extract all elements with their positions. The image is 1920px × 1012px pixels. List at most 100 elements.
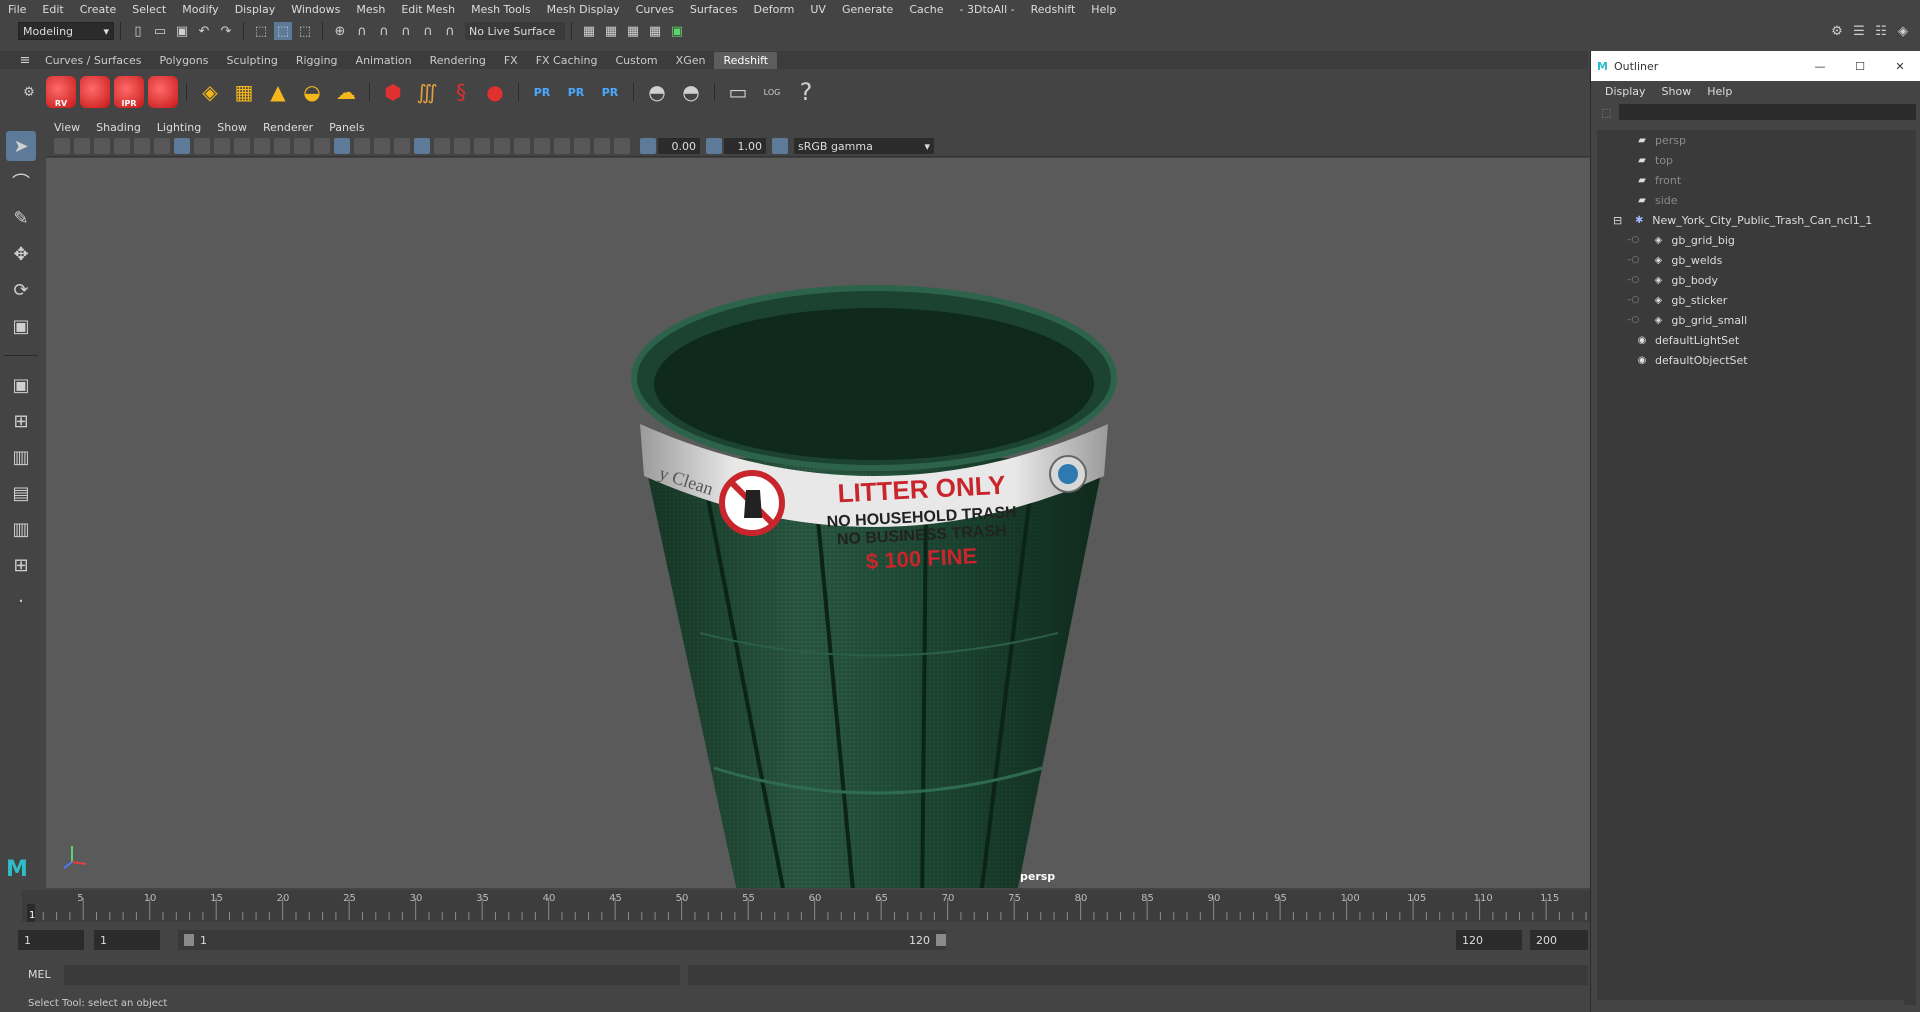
panel-menu-shading[interactable]: Shading xyxy=(88,121,149,134)
menu-create[interactable]: Create xyxy=(72,3,125,16)
select-hierarchy-icon[interactable]: ⬚ xyxy=(252,22,270,40)
time-slider[interactable]: 5 10 15 20 25 30 35 40 45 50 55 60 65 70 75 80 85 90 95 100… xyxy=(22,890,1590,922)
field-chart-icon[interactable] xyxy=(254,138,270,154)
tab-animation[interactable]: Animation xyxy=(347,52,421,69)
tab-rigging[interactable]: Rigging xyxy=(287,52,347,69)
outliner-item[interactable]: ▰ persp xyxy=(1597,130,1907,150)
gate-mask-icon[interactable] xyxy=(234,138,250,154)
minimize-icon[interactable]: — xyxy=(1800,60,1840,73)
anti-alias-icon[interactable] xyxy=(514,138,530,154)
redshift-batch-icon[interactable] xyxy=(80,76,110,108)
rs-shader-icon[interactable]: ◓ xyxy=(676,76,706,108)
collapse-icon[interactable]: ⊟ xyxy=(1613,214,1622,227)
hypershade-layout-icon[interactable]: ⊞ xyxy=(6,550,36,580)
grease-pencil-icon[interactable] xyxy=(154,138,170,154)
textured-icon[interactable] xyxy=(414,138,430,154)
rs-curve-icon[interactable]: § xyxy=(446,76,476,108)
maximize-icon[interactable]: ☐ xyxy=(1840,60,1880,73)
outliner-item[interactable]: ▰ side xyxy=(1597,190,1907,210)
rs-code-icon[interactable]: ▭ xyxy=(723,76,753,108)
rs-log-icon[interactable]: LOG xyxy=(757,76,787,108)
tab-rendering[interactable]: Rendering xyxy=(421,52,495,69)
live-surface-field[interactable]: No Live Surface xyxy=(465,22,565,40)
exposure-field[interactable]: 0.00 xyxy=(658,138,700,154)
scale-tool-icon[interactable]: ▣ xyxy=(6,311,36,341)
range-slider[interactable]: 1 120 xyxy=(178,930,946,950)
menu-edit-mesh[interactable]: Edit Mesh xyxy=(393,3,463,16)
range-handle-start[interactable] xyxy=(184,934,194,946)
move-tool-icon[interactable]: ✥ xyxy=(6,239,36,269)
snap-curve-icon[interactable]: ∩ xyxy=(353,22,371,40)
menu-mesh-tools[interactable]: Mesh Tools xyxy=(463,3,539,16)
outliner-item[interactable]: –○ ◈ gb_grid_small xyxy=(1597,310,1907,330)
channel-box-icon[interactable]: ☰ xyxy=(1850,22,1868,40)
render-frame-icon[interactable]: ▦ xyxy=(602,22,620,40)
redshift-render-view-icon[interactable]: RV xyxy=(46,76,76,108)
panel-menu-panels[interactable]: Panels xyxy=(321,121,372,134)
wireframe-on-shaded-icon[interactable] xyxy=(374,138,390,154)
gamma-field[interactable]: 1.00 xyxy=(724,138,766,154)
new-scene-icon[interactable]: ▯ xyxy=(129,22,147,40)
pr-sync-icon[interactable]: PR xyxy=(595,76,625,108)
image-plane-icon[interactable] xyxy=(114,138,130,154)
snap-view-plane-icon[interactable]: ∩ xyxy=(397,22,415,40)
snap-point-icon[interactable]: ∩ xyxy=(375,22,393,40)
select-component-icon[interactable]: ⬚ xyxy=(296,22,314,40)
save-scene-icon[interactable]: ▣ xyxy=(173,22,191,40)
panel-menu-lighting[interactable]: Lighting xyxy=(149,121,209,134)
mel-label[interactable]: MEL xyxy=(28,968,51,981)
lasso-tool-icon[interactable]: ⌒ xyxy=(6,167,36,197)
playback-start-field[interactable]: 1 xyxy=(94,930,160,950)
range-handle-end[interactable] xyxy=(936,934,946,946)
menu-curves[interactable]: Curves xyxy=(628,3,682,16)
menu-file[interactable]: File xyxy=(0,3,34,16)
tab-sculpting[interactable]: Sculpting xyxy=(217,52,286,69)
menu-display[interactable]: Display xyxy=(227,3,284,16)
open-scene-icon[interactable]: ▭ xyxy=(151,22,169,40)
more-layouts-icon[interactable]: · xyxy=(6,586,36,616)
outliner-item[interactable]: –○ ◈ gb_body xyxy=(1597,270,1907,290)
wireframe-icon[interactable] xyxy=(314,138,330,154)
outliner-search-input[interactable] xyxy=(1619,104,1916,120)
pr-import-icon[interactable]: PR xyxy=(561,76,591,108)
animation-start-field[interactable]: 1 xyxy=(18,930,84,950)
select-tool-icon[interactable]: ➤ xyxy=(6,131,36,161)
four-view-layout-icon[interactable]: ⊞ xyxy=(6,406,36,436)
ipr-render-icon[interactable]: ▦ xyxy=(624,22,642,40)
rs-material-icon[interactable]: ◓ xyxy=(642,76,672,108)
smooth-shade-icon[interactable] xyxy=(334,138,350,154)
rs-proxy-icon[interactable]: ⬢ xyxy=(378,76,408,108)
grid-toggle-icon[interactable] xyxy=(174,138,190,154)
panel-menu-view[interactable]: View xyxy=(46,121,88,134)
rs-hair-icon[interactable]: ∭ xyxy=(412,76,442,108)
menu-redshift[interactable]: Redshift xyxy=(1023,3,1084,16)
safe-action-icon[interactable] xyxy=(274,138,290,154)
outliner-menu-help[interactable]: Help xyxy=(1699,85,1740,98)
shelf-menu-icon[interactable]: ≡ xyxy=(16,51,34,69)
playback-end-field[interactable]: 120 xyxy=(1456,930,1522,950)
rs-ies-light-icon[interactable]: ▲ xyxy=(263,76,293,108)
tab-curves-surfaces[interactable]: Curves / Surfaces xyxy=(36,52,151,69)
outliner-item[interactable]: ▰ front xyxy=(1597,170,1907,190)
pr-export-icon[interactable]: PR xyxy=(527,76,557,108)
workspace-icon[interactable]: ⚙ xyxy=(1828,22,1846,40)
paint-select-tool-icon[interactable]: ✎ xyxy=(6,203,36,233)
tab-fx[interactable]: FX xyxy=(495,52,527,69)
attribute-editor-icon[interactable]: ☷ xyxy=(1872,22,1890,40)
rs-sun-sky-icon[interactable]: ☁ xyxy=(331,76,361,108)
tab-xgen[interactable]: XGen xyxy=(667,52,715,69)
close-icon[interactable]: ✕ xyxy=(1880,60,1920,73)
redo-icon[interactable]: ↷ xyxy=(217,22,235,40)
lights-icon[interactable] xyxy=(434,138,450,154)
shadows-icon[interactable] xyxy=(454,138,470,154)
panel-menu-show[interactable]: Show xyxy=(209,121,255,134)
menu-modify[interactable]: Modify xyxy=(174,3,226,16)
exposure-icon[interactable] xyxy=(640,138,656,154)
help-icon[interactable]: ? xyxy=(791,76,821,108)
gamma-icon[interactable] xyxy=(706,138,722,154)
shelf-options-icon[interactable]: ⚙ xyxy=(20,83,38,101)
tab-fx-caching[interactable]: FX Caching xyxy=(527,52,607,69)
animation-end-field[interactable]: 200 xyxy=(1530,930,1588,950)
outliner-item[interactable]: ◉ defaultLightSet xyxy=(1597,330,1907,350)
outliner-item[interactable]: ⊟ ✱ New_York_City_Public_Trash_Can_ncl1_1 xyxy=(1597,210,1907,230)
